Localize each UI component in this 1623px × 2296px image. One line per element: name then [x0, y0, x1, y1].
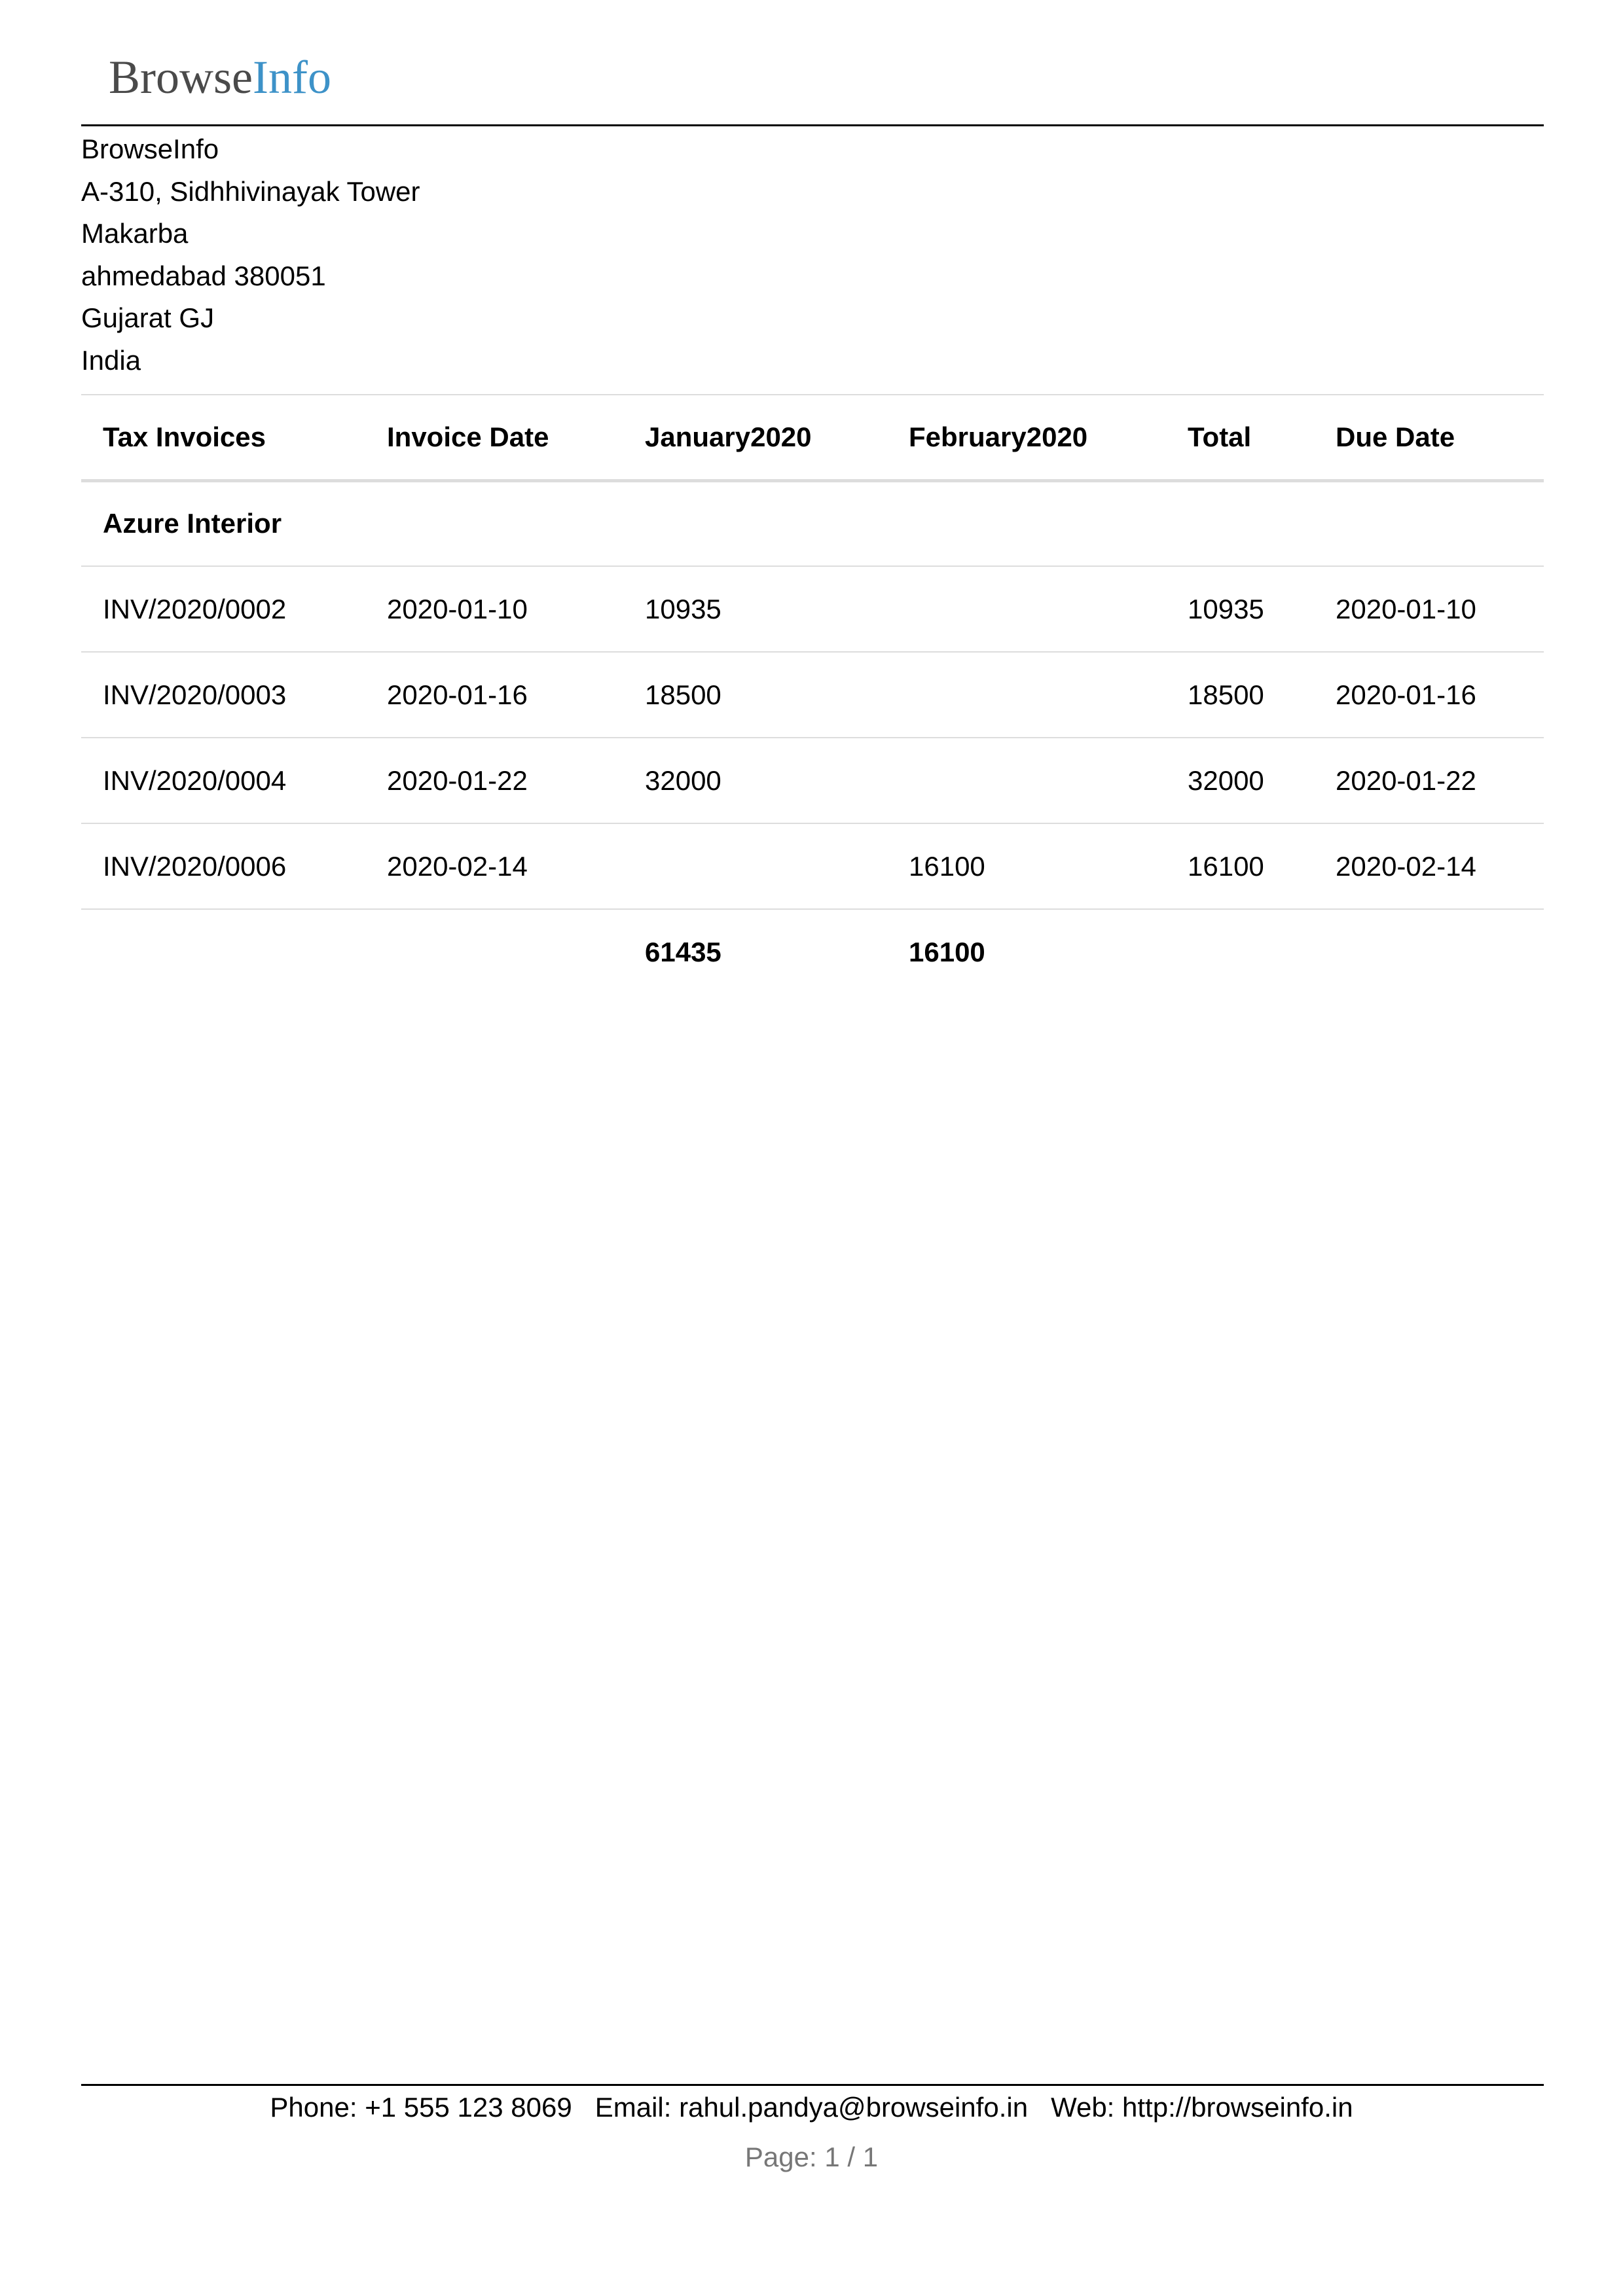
cell-invoice-date: 2020-02-14	[387, 850, 528, 882]
invoice-table: Tax Invoices Invoice Date January2020 Fe…	[81, 394, 1544, 995]
cell-due-date: 2020-01-16	[1336, 679, 1476, 710]
email-value: rahul.pandya@browseinfo.in	[679, 2092, 1029, 2123]
cell-invoice-date: 2020-01-22	[387, 764, 528, 796]
company-address: BrowseInfo A-310, Sidhhivinayak Tower Ma…	[81, 128, 420, 382]
cell-january-amount	[623, 823, 887, 909]
address-state: Gujarat GJ	[81, 302, 215, 333]
cell-february-amount: 16100	[909, 850, 985, 882]
partner-name: Azure Interior	[103, 508, 282, 539]
table-row: INV/2020/0002 2020-01-10 10935 10935 202…	[81, 566, 1544, 652]
phone-value: +1 555 123 8069	[365, 2092, 572, 2123]
table-header-row: Tax Invoices Invoice Date January2020 Fe…	[81, 395, 1544, 482]
cell-february-amount	[887, 738, 1166, 823]
cell-invoice-date: 2020-01-10	[387, 593, 528, 624]
cell-due-date: 2020-01-22	[1336, 764, 1476, 796]
cell-due-date: 2020-02-14	[1336, 850, 1476, 882]
cell-total: 18500	[1188, 679, 1264, 710]
totals-row: 61435 16100	[81, 909, 1544, 995]
address-street: A-310, Sidhhivinayak Tower	[81, 175, 420, 207]
cell-february-amount	[887, 652, 1166, 738]
cell-invoice-number: INV/2020/0004	[103, 764, 287, 796]
table-row: INV/2020/0006 2020-02-14 16100 16100 202…	[81, 823, 1544, 909]
total-february: 16100	[909, 937, 985, 967]
company-name: BrowseInfo	[81, 134, 219, 164]
header-tax-invoices: Tax Invoices	[81, 395, 365, 482]
table-row: INV/2020/0003 2020-01-16 18500 18500 202…	[81, 652, 1544, 738]
page-number: Page: 1 / 1	[744, 2142, 879, 2172]
totals-empty-cell	[365, 909, 623, 995]
cell-total: 10935	[1188, 593, 1264, 624]
address-street2: Makarba	[81, 218, 189, 249]
header-january-2020: January2020	[623, 395, 887, 482]
totals-empty-cell	[81, 909, 365, 995]
cell-total: 16100	[1188, 850, 1264, 882]
address-country: India	[81, 344, 141, 376]
header-total: Total	[1166, 395, 1314, 482]
header-due-date: Due Date	[1314, 395, 1544, 482]
header-invoice-date: Invoice Date	[365, 395, 623, 482]
phone-label: Phone:	[270, 2092, 357, 2123]
address-city-zip: ahmedabad 380051	[81, 260, 326, 291]
company-logo: BrowseInfo	[109, 47, 331, 107]
cell-february-amount	[887, 566, 1166, 652]
email-label: Email:	[594, 2092, 672, 2123]
header-divider	[81, 124, 1544, 126]
cell-invoice-number: INV/2020/0006	[103, 850, 287, 882]
totals-empty-cell	[1314, 909, 1544, 995]
totals-empty-cell	[1166, 909, 1314, 995]
footer-divider	[81, 2084, 1544, 2086]
logo-text-browse: Browse	[109, 51, 253, 103]
cell-january-amount: 10935	[645, 593, 721, 624]
total-january: 61435	[645, 937, 721, 967]
report-page: BrowseInfo BrowseInfo A-310, Sidhhivinay…	[0, 0, 1623, 2296]
cell-invoice-number: INV/2020/0003	[103, 679, 287, 710]
cell-invoice-number: INV/2020/0002	[103, 593, 287, 624]
table-row: INV/2020/0004 2020-01-22 32000 32000 202…	[81, 738, 1544, 823]
logo-text-info: Info	[252, 51, 331, 103]
partner-group-row: Azure Interior	[81, 480, 1544, 566]
cell-total: 32000	[1188, 764, 1264, 796]
cell-january-amount: 18500	[645, 679, 721, 710]
footer-contact: Phone: +1 555 123 8069 Email: rahul.pand…	[0, 2089, 1623, 2126]
web-label: Web:	[1051, 2092, 1115, 2123]
cell-invoice-date: 2020-01-16	[387, 679, 528, 710]
web-value: http://browseinfo.in	[1122, 2092, 1353, 2123]
cell-due-date: 2020-01-10	[1336, 593, 1476, 624]
header-february-2020: February2020	[887, 395, 1166, 482]
cell-january-amount: 32000	[645, 764, 721, 796]
